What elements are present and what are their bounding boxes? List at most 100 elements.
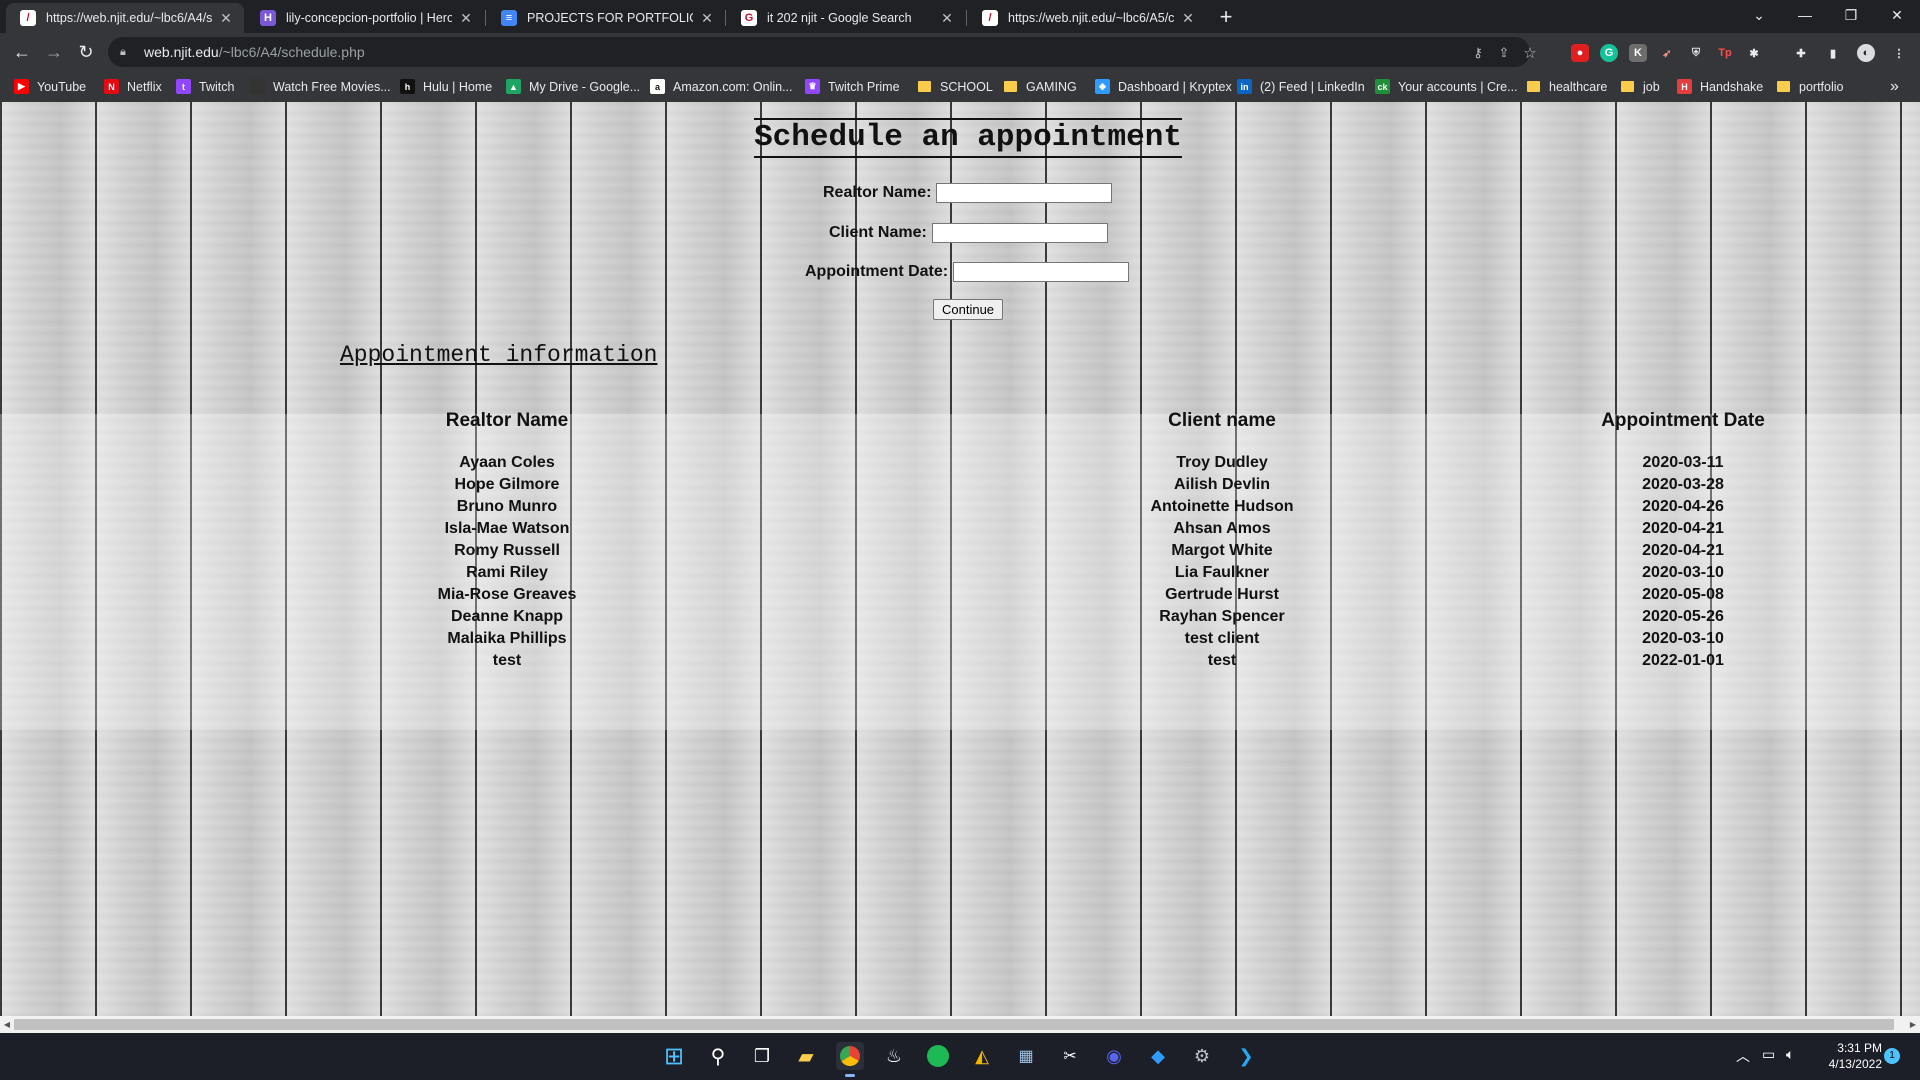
table-cell: Mia-Rose Greaves (437, 586, 577, 603)
lock-icon[interactable]: 🔒︎ (120, 46, 134, 59)
star-bookmark-icon[interactable]: ☆ (1522, 45, 1538, 62)
client-name-row: Client Name: (829, 222, 1108, 244)
close-tab-icon[interactable]: ✕ (699, 10, 715, 27)
clock-time: 3:31 PM (1837, 1041, 1882, 1055)
table-cell: Gertrude Hurst (1165, 586, 1279, 603)
close-tab-icon[interactable]: ✕ (458, 10, 474, 27)
league-icon[interactable]: ◭ (968, 1042, 996, 1070)
forward-arrow-icon[interactable]: → (42, 40, 66, 64)
more-bookmarks-chevron-icon[interactable]: » (1890, 71, 1899, 102)
realtor-name-input[interactable] (936, 183, 1113, 203)
close-window-button[interactable]: ✕ (1874, 0, 1920, 30)
extensions-puzzle-icon[interactable]: ✚ (1792, 44, 1810, 62)
table-cell: 2020-04-21 (1642, 520, 1724, 537)
bookmark-item[interactable]: ◆ Dashboard | Kryptex (1095, 71, 1232, 102)
browser-tab[interactable]: / https://web.njit.edu/~lbc6/A5/ch ✕ (968, 3, 1206, 33)
tab-search-icon[interactable]: ⌄ (1736, 0, 1782, 30)
bookmark-item[interactable]: H Handshake (1677, 71, 1763, 102)
horizontal-scrollbar[interactable]: ◀ ▶ (0, 1016, 1920, 1033)
browser-menu-icon[interactable]: ⋮ (1890, 44, 1908, 62)
extension-gear-icon[interactable]: ✱ (1745, 44, 1763, 62)
bookmark-item[interactable]: N Netflix (104, 71, 162, 102)
bookmark-item[interactable]: in (2) Feed | LinkedIn (1237, 71, 1365, 102)
minimize-button[interactable]: — (1782, 0, 1828, 30)
notification-badge[interactable]: 1 (1884, 1048, 1900, 1064)
discord-icon[interactable]: ◉ (1100, 1042, 1128, 1070)
bookmark-item[interactable]: Watch Free Movies... (250, 71, 391, 102)
extension-red-icon[interactable]: ● (1571, 44, 1589, 62)
browser-tab[interactable]: ≡ PROJECTS FOR PORTFOLIO - Goo ✕ (487, 3, 725, 33)
bookmark-label: Netflix (127, 79, 162, 94)
address-bar[interactable]: 🔒︎ web.njit.edu/~lbc6/A4/schedule.php ⚷ … (108, 37, 1537, 67)
windows-start-icon[interactable]: ⊞ (660, 1042, 688, 1070)
bookmark-item[interactable]: t Twitch (176, 71, 234, 102)
vscode-icon[interactable]: ❯ (1232, 1042, 1260, 1070)
system-clock[interactable]: 3:31 PM 4/13/2022 (1820, 1040, 1882, 1072)
scrollbar-thumb[interactable] (14, 1019, 1894, 1030)
close-tab-icon[interactable]: ✕ (1180, 10, 1196, 27)
bookmark-item[interactable]: ▶ YouTube (14, 71, 86, 102)
extension-shield-icon[interactable]: ⛨ (1687, 44, 1705, 62)
client-name-input[interactable] (931, 223, 1108, 243)
file-explorer-icon[interactable]: ▰ (792, 1042, 820, 1070)
bookmark-item[interactable]: portfolio (1776, 71, 1843, 102)
bookmark-item[interactable]: job (1620, 71, 1660, 102)
extension-tp-icon[interactable]: Tp (1716, 44, 1734, 62)
bookmark-label: Your accounts | Cre... (1398, 79, 1518, 94)
bookmark-item[interactable]: ▲ My Drive - Google... (506, 71, 640, 102)
search-icon[interactable]: ⚲ (704, 1042, 732, 1070)
continue-button[interactable]: Continue (933, 299, 1004, 320)
profile-avatar[interactable]: ◐ (1857, 44, 1875, 62)
browser-tab[interactable]: Hlily-concepcion-portfolio | Herok ✕ (246, 3, 484, 33)
close-tab-icon[interactable]: ✕ (218, 10, 234, 27)
bookmark-item[interactable]: GAMING (1003, 71, 1077, 102)
snipping-tool-icon[interactable]: ✂ (1056, 1042, 1084, 1070)
key-icon[interactable]: ⚷ (1470, 45, 1486, 61)
bookmark-item[interactable]: ck Your accounts | Cre... (1375, 71, 1518, 102)
bookmark-item[interactable]: h Hulu | Home (400, 71, 492, 102)
spotify-icon[interactable] (924, 1042, 952, 1070)
new-tab-button[interactable]: + (1212, 6, 1240, 30)
bookmark-label: healthcare (1549, 79, 1608, 94)
reload-icon[interactable]: ↻ (74, 40, 98, 64)
chrome-icon[interactable] (836, 1042, 864, 1077)
bookmark-item[interactable]: a Amazon.com: Onlin... (650, 71, 793, 102)
realtor-name-row: Realtor Name: (823, 182, 1113, 204)
table-cell: 2020-03-11 (1642, 454, 1724, 471)
restore-button[interactable]: ❐ (1828, 0, 1874, 30)
bookmark-item[interactable]: SCHOOL (917, 71, 993, 102)
table-cell: Rayhan Spencer (1159, 608, 1285, 625)
table-cell: 2020-03-28 (1642, 476, 1724, 493)
google-drive-icon: ▲ (506, 79, 521, 94)
volume-icon[interactable]: 🔈︎ (1786, 1046, 1794, 1063)
bookmark-item[interactable]: ♛ Twitch Prime (805, 71, 900, 102)
back-arrow-icon[interactable]: ← (10, 40, 34, 64)
table-cell: 2020-05-26 (1642, 608, 1724, 625)
close-tab-icon[interactable]: ✕ (939, 10, 955, 27)
photos-icon[interactable]: ▦ (1012, 1042, 1040, 1070)
bookmark-item[interactable]: healthcare (1526, 71, 1607, 102)
network-icon[interactable]: ▭ (1762, 1046, 1775, 1063)
browser-tab[interactable]: / https://web.njit.edu/~lbc6/A4/sc ✕ (6, 3, 244, 33)
bookmark-label: SCHOOL (940, 79, 993, 94)
grammarly-icon[interactable]: G (1600, 44, 1618, 62)
scroll-left-arrow-icon[interactable]: ◀ (0, 1016, 14, 1033)
tab-separator (485, 10, 486, 26)
side-panel-icon[interactable]: ▮ (1824, 44, 1842, 62)
njit-favicon-icon: / (20, 10, 36, 26)
share-icon[interactable]: ⇪ (1496, 45, 1512, 61)
kryptex-icon: ◆ (1095, 79, 1110, 94)
scroll-right-arrow-icon[interactable]: ▶ (1906, 1016, 1920, 1033)
browser-tab[interactable]: Git 202 njit - Google Search ✕ (727, 3, 965, 33)
tray-chevron-up-icon[interactable]: ︿ (1736, 1046, 1750, 1066)
appointment-date-input[interactable] (953, 262, 1130, 282)
steam-icon[interactable]: ♨ (880, 1042, 908, 1070)
kryptex-icon[interactable]: ◆ (1144, 1042, 1172, 1070)
bookmark-label: portfolio (1799, 79, 1844, 94)
extension-arrow-icon[interactable]: ➶ (1658, 44, 1676, 62)
task-view-icon[interactable]: ❐ (748, 1042, 776, 1070)
creditkarma-icon: ck (1375, 79, 1390, 94)
extension-gray-icon[interactable]: K (1629, 44, 1647, 62)
settings-gear-icon[interactable]: ⚙ (1188, 1042, 1216, 1070)
table-cell: Malaika Phillips (447, 630, 567, 647)
